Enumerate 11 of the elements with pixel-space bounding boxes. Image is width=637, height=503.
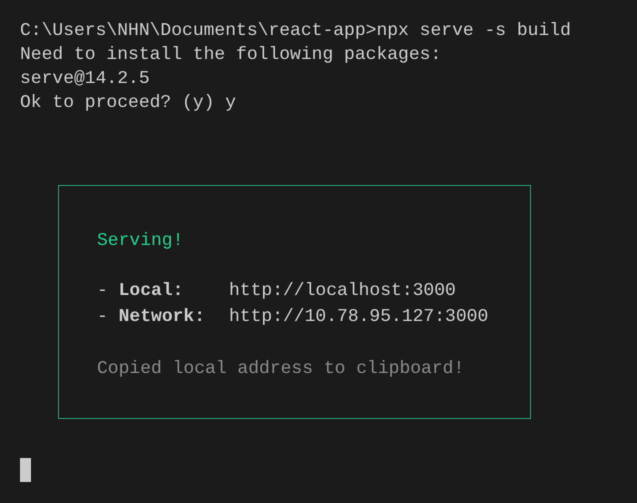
cursor-icon xyxy=(20,458,31,482)
terminal-line: C:\Users\NHN\Documents\react-app>npx serve -s build xyxy=(20,20,571,43)
serving-status: Serving! xyxy=(97,230,184,253)
terminal-line: Ok to proceed? (y) y xyxy=(20,92,236,115)
address-label: - Local: xyxy=(97,280,184,303)
address-url: http://10.78.95.127:3000 xyxy=(229,306,488,329)
terminal-line: Need to install the following packages: xyxy=(20,44,442,67)
terminal-line: serve@14.2.5 xyxy=(20,68,150,91)
clipboard-note: Copied local address to clipboard! xyxy=(97,358,464,381)
address-label: - Network: xyxy=(97,306,206,329)
address-url: http://localhost:3000 xyxy=(229,280,456,303)
